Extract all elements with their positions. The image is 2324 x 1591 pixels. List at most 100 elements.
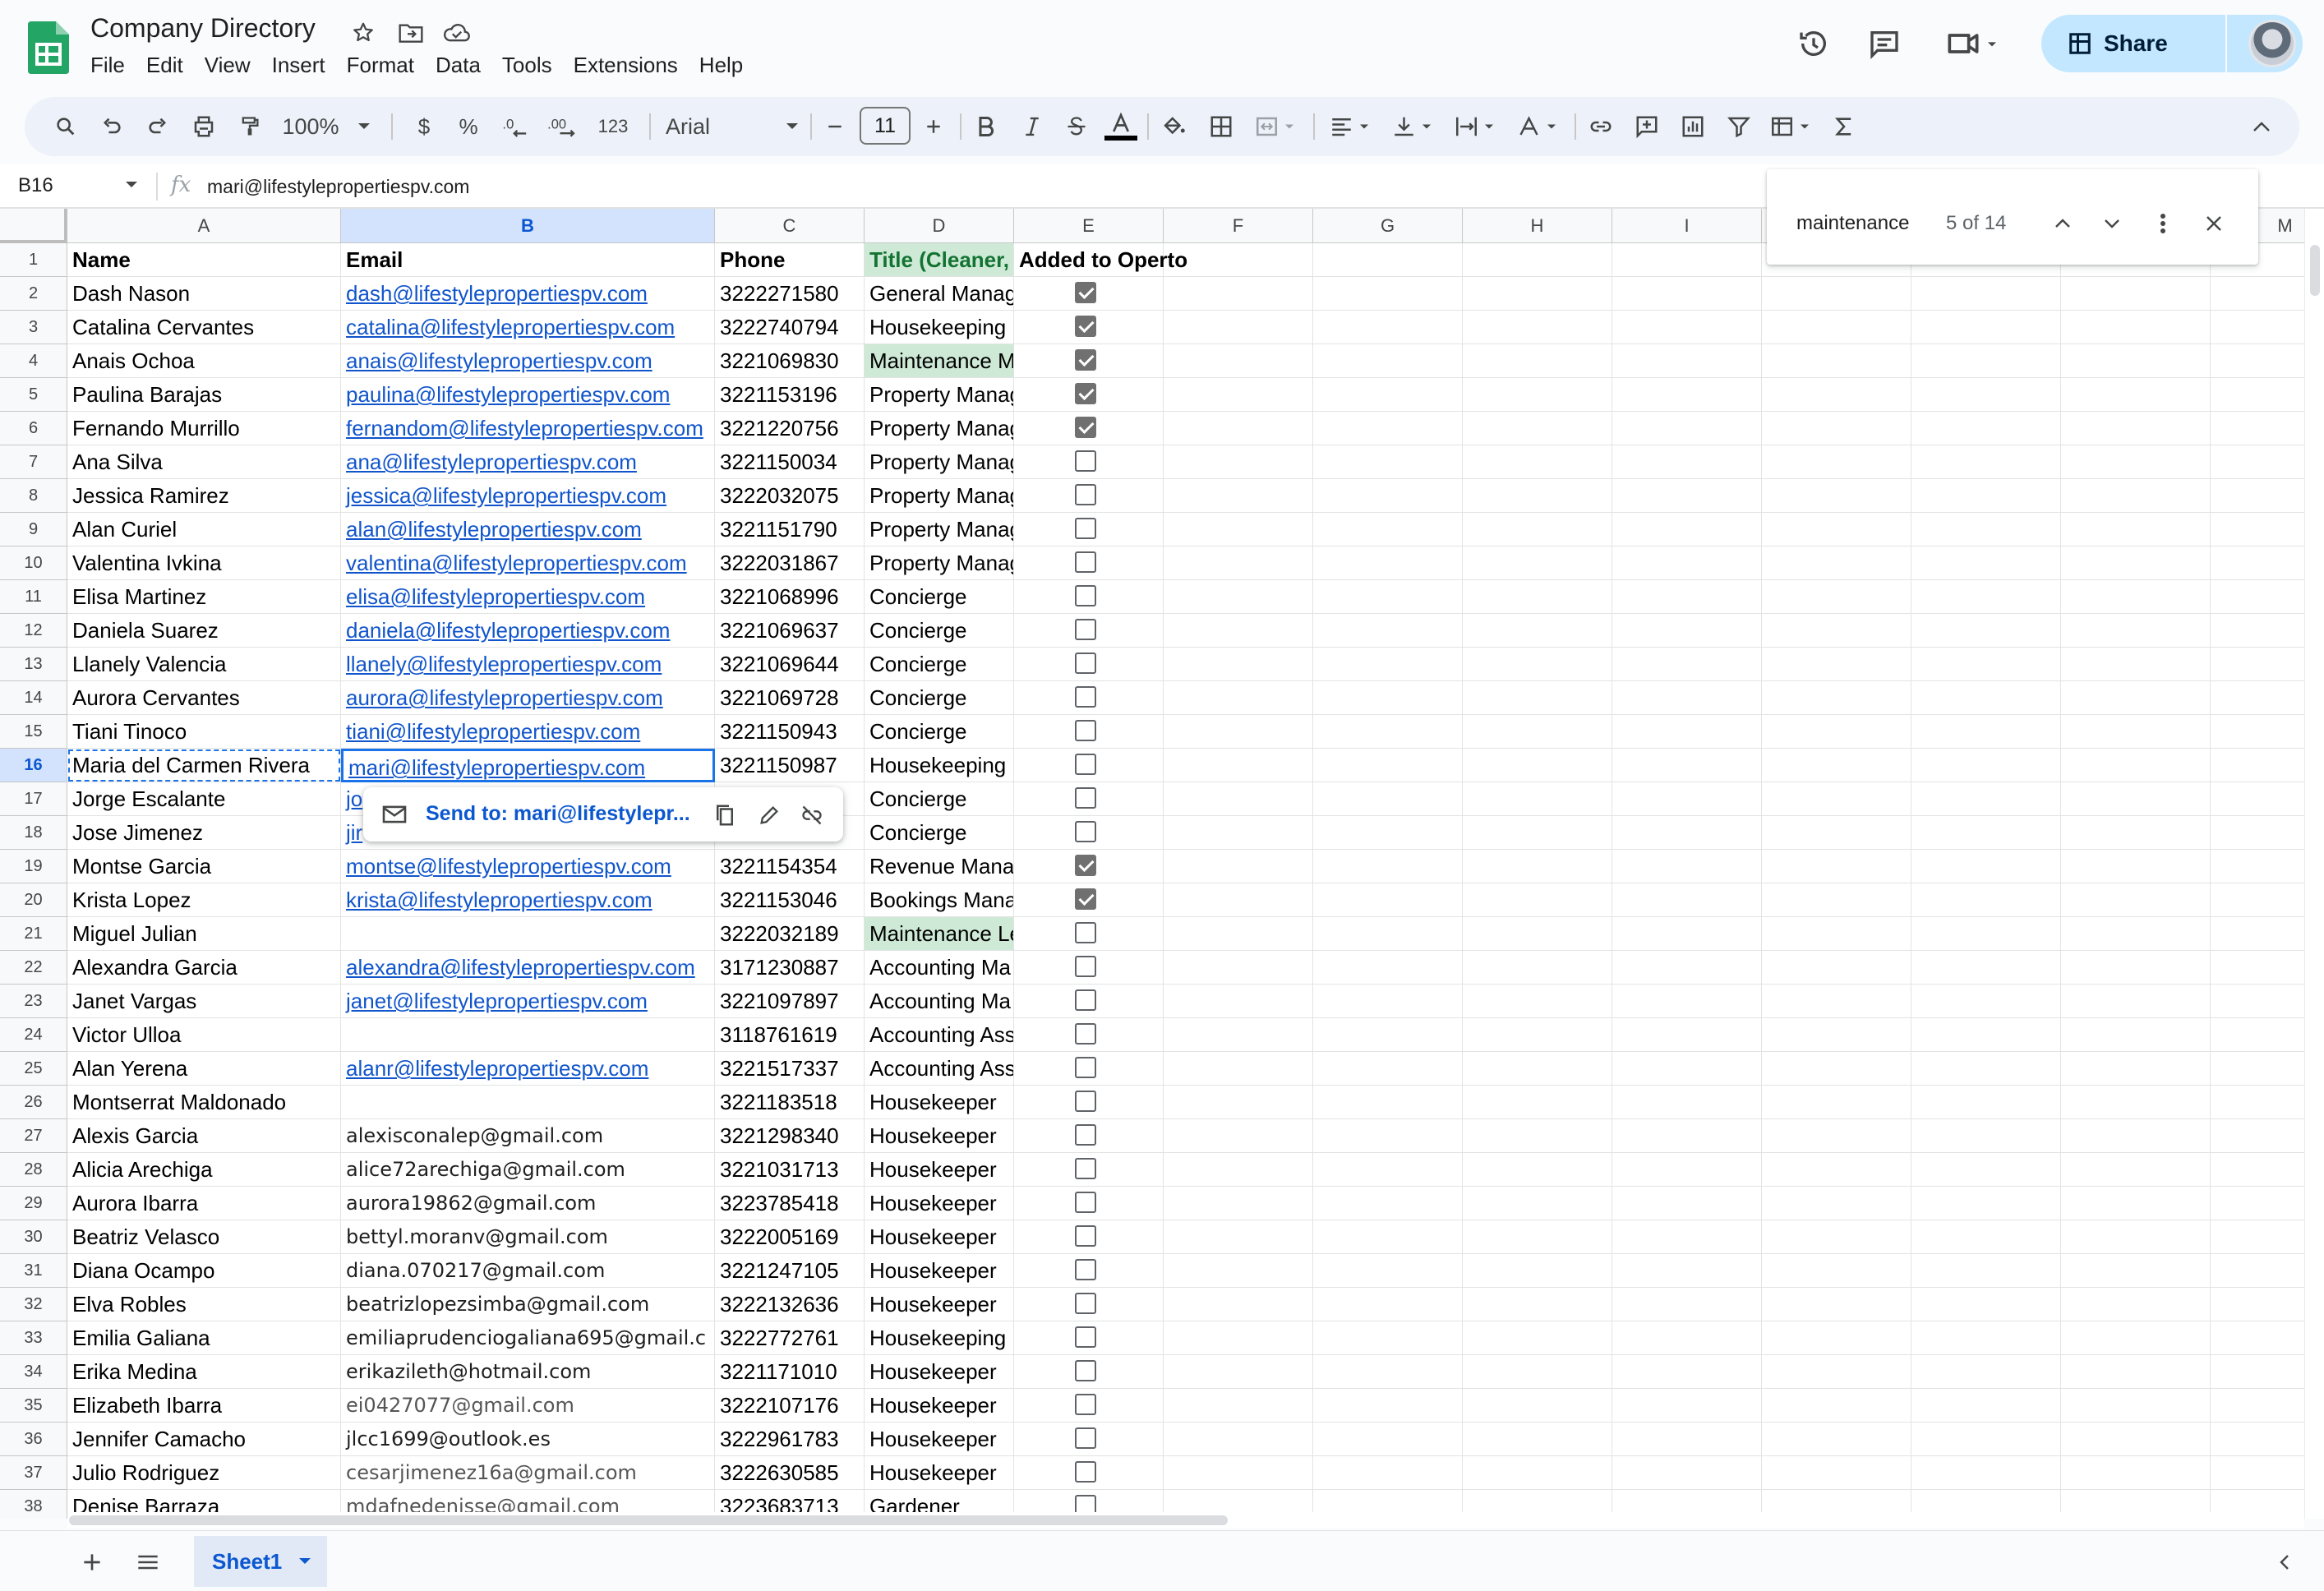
added-checkbox[interactable] [1075,383,1096,404]
title-cell[interactable]: Revenue Mana [865,850,1014,883]
title-cell[interactable]: Maintenance Le [865,917,1014,951]
title-cell[interactable]: Property Manag [865,479,1014,513]
title-cell[interactable]: Accounting Ma [865,985,1014,1018]
empty-cell[interactable] [2061,1119,2211,1153]
empty-cell[interactable] [2211,648,2304,681]
menu-format[interactable]: Format [347,53,426,78]
empty-cell[interactable] [2061,311,2211,344]
empty-cell[interactable] [1164,243,1313,277]
empty-cell[interactable] [2211,311,2304,344]
name-cell[interactable]: Montse Garcia [67,850,341,883]
empty-cell[interactable] [2211,681,2304,715]
empty-cell[interactable] [1911,985,2061,1018]
added-checkbox[interactable] [1075,619,1096,640]
empty-cell[interactable] [2061,277,2211,311]
added-checkbox[interactable] [1075,551,1096,573]
title-cell[interactable]: Property Manag [865,513,1014,546]
empty-cell[interactable] [1463,1288,1612,1321]
empty-cell[interactable] [2211,1288,2304,1321]
header-phone[interactable]: Phone [715,243,865,277]
empty-cell[interactable] [2061,850,2211,883]
increase-font-size-icon[interactable] [917,108,950,145]
phone-cell[interactable]: 3222961783 [715,1423,865,1456]
email-cell[interactable]: valentina@lifestylepropertiespv.com [341,546,715,580]
empty-cell[interactable] [1911,681,2061,715]
increase-decimal-icon[interactable]: .00 [542,108,583,145]
name-cell[interactable]: Jorge Escalante [67,782,341,816]
phone-cell[interactable]: 3223785418 [715,1187,865,1220]
filter-icon[interactable] [1721,108,1757,145]
strikethrough-icon[interactable] [1060,108,1093,145]
paint-format-icon[interactable] [232,108,268,145]
added-checkbox[interactable] [1075,989,1096,1011]
row-header[interactable]: 38 [0,1490,67,1519]
print-icon[interactable] [186,108,222,145]
all-sheets-icon[interactable] [131,1546,164,1579]
row-header[interactable]: 19 [0,850,67,883]
empty-cell[interactable] [1911,816,2061,850]
formula-input[interactable]: mari@lifestylepropertiespv.com [207,176,469,198]
phone-cell[interactable]: 3221154354 [715,850,865,883]
empty-cell[interactable] [2211,1086,2304,1119]
empty-cell[interactable] [1313,1355,1463,1389]
added-checkbox[interactable] [1075,450,1096,472]
phone-cell[interactable]: 3222740794 [715,311,865,344]
row-header[interactable]: 27 [0,1119,67,1153]
empty-cell[interactable] [1313,614,1463,648]
empty-cell[interactable] [1463,479,1612,513]
added-checkbox[interactable] [1075,316,1096,337]
email-cell[interactable]: bettyl.moranv@gmail.com [341,1220,715,1254]
empty-cell[interactable] [2211,883,2304,917]
empty-cell[interactable] [1762,782,1911,816]
spreadsheet-grid[interactable]: ABCDEFGHIJKLM 12345678910111213141516171… [0,209,2304,1519]
email-cell[interactable]: alexandra@lifestylepropertiespv.com [341,951,715,985]
empty-cell[interactable] [1612,479,1762,513]
empty-cell[interactable] [1313,1321,1463,1355]
row-header[interactable]: 30 [0,1220,67,1254]
empty-cell[interactable] [1612,614,1762,648]
column-header-b[interactable]: B [341,209,715,243]
empty-cell[interactable] [1762,681,1911,715]
title-cell[interactable]: Housekeeper [865,1456,1014,1490]
vertical-scroll-thumb[interactable] [2310,245,2320,296]
row-header[interactable]: 25 [0,1052,67,1086]
empty-cell[interactable] [1612,1018,1762,1052]
merge-cells-icon[interactable] [1247,108,1307,145]
empty-cell[interactable] [1612,1086,1762,1119]
empty-cell[interactable] [1762,378,1911,412]
row-header[interactable]: 3 [0,311,67,344]
empty-cell[interactable] [1463,816,1612,850]
empty-cell[interactable] [1164,1086,1313,1119]
phone-cell[interactable]: 3221220756 [715,412,865,445]
email-cell[interactable]: mari@lifestylepropertiespv.com [341,749,715,782]
name-cell[interactable]: Julio Rodriguez [67,1456,341,1490]
currency-format-button[interactable]: $ [408,108,440,145]
zoom-select[interactable]: 100% [281,108,371,145]
decrease-decimal-icon[interactable]: .0 [495,108,536,145]
email-cell[interactable]: daniela@lifestylepropertiespv.com [341,614,715,648]
empty-cell[interactable] [1911,648,2061,681]
empty-cell[interactable] [1911,850,2061,883]
row-header[interactable]: 37 [0,1456,67,1490]
row-header[interactable]: 36 [0,1423,67,1456]
row-header[interactable]: 8 [0,479,67,513]
close-find-icon[interactable] [2197,207,2230,240]
empty-cell[interactable] [1164,715,1313,749]
phone-cell[interactable]: 3222031867 [715,546,865,580]
row-header[interactable]: 23 [0,985,67,1018]
phone-cell[interactable]: 3221031713 [715,1153,865,1187]
empty-cell[interactable] [1313,479,1463,513]
email-cell[interactable]: llanely@lifestylepropertiespv.com [341,648,715,681]
empty-cell[interactable] [2211,580,2304,614]
name-box[interactable]: B16 [18,174,53,197]
star-icon[interactable] [347,16,380,49]
empty-cell[interactable] [2061,580,2211,614]
added-checkbox[interactable] [1075,349,1096,371]
empty-cell[interactable] [2061,546,2211,580]
empty-cell[interactable] [1762,1254,1911,1288]
empty-cell[interactable] [1313,1119,1463,1153]
row-header[interactable]: 10 [0,546,67,580]
added-checkbox[interactable] [1075,1057,1096,1078]
name-cell[interactable]: Montserrat Maldonado [67,1086,341,1119]
empty-cell[interactable] [1463,1423,1612,1456]
